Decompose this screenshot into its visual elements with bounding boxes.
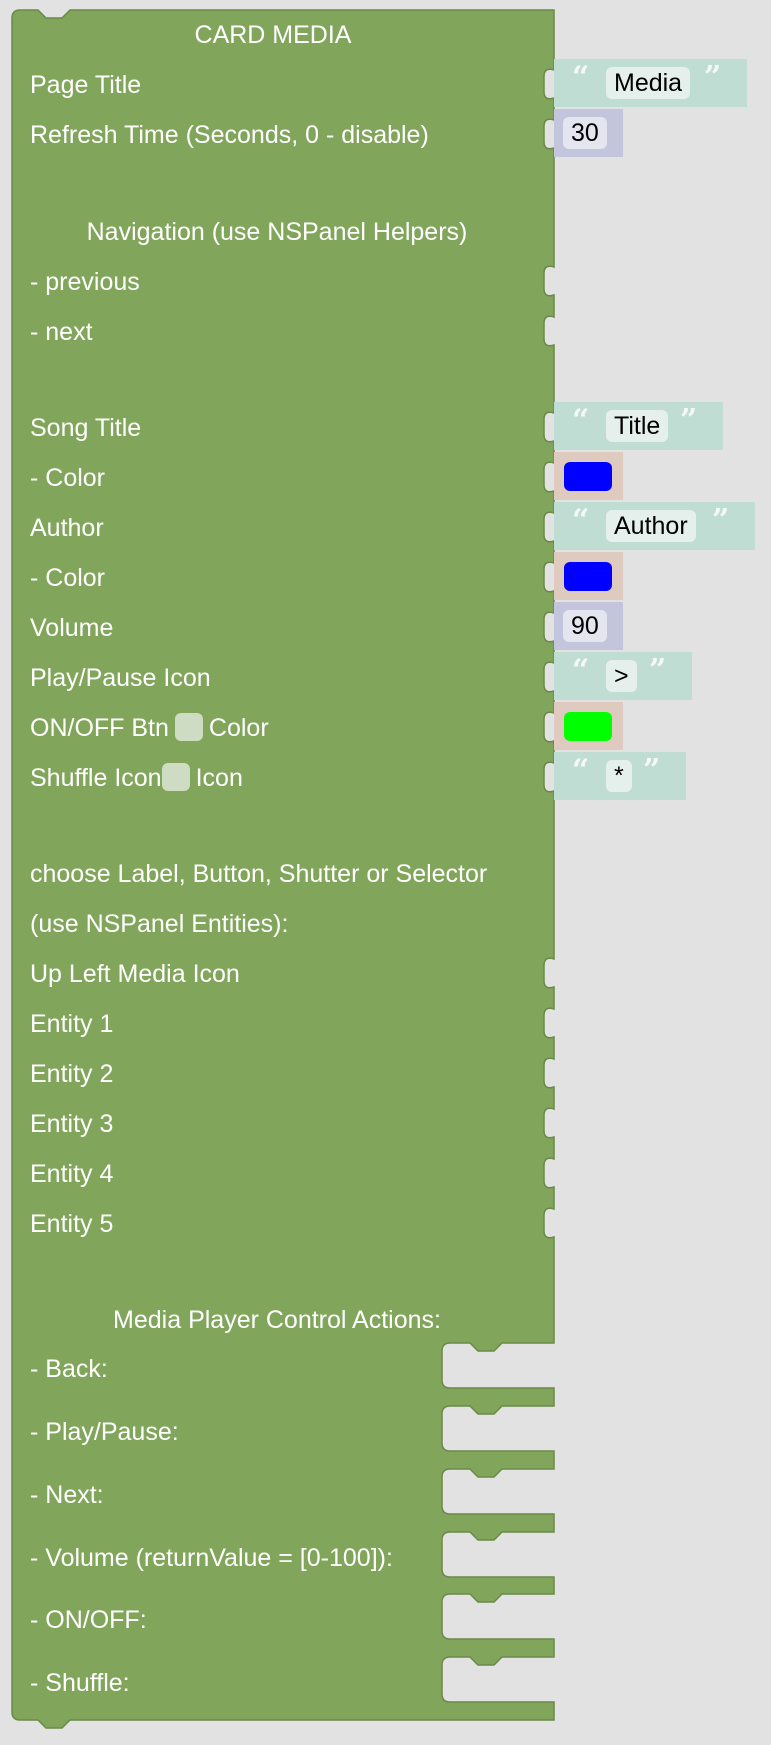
entities-header-line-1: choose Label, Button, Shutter or Selecto… xyxy=(30,860,488,888)
volume-number-block[interactable]: 90 xyxy=(554,602,623,650)
volume-input[interactable]: 90 xyxy=(563,610,607,642)
onoff-btn-color-swatch[interactable] xyxy=(564,712,612,741)
close-quote-icon: ” xyxy=(680,403,698,438)
onoff-btn-colour-block[interactable] xyxy=(554,702,623,750)
song-title-color-label: - Color xyxy=(30,464,106,492)
shuffle-icon-input[interactable]: * xyxy=(606,760,632,792)
page-title-label: Page Title xyxy=(30,71,142,99)
shuffle-icon-label: Shuffle Icon xyxy=(30,764,162,792)
open-quote-icon: “ xyxy=(572,653,590,688)
refresh-time-input[interactable]: 30 xyxy=(563,117,607,149)
onoff-btn-color-label: Color xyxy=(208,714,269,742)
entities-header-line-2: (use NSPanel Entities): xyxy=(30,910,289,938)
song-title-colour-block[interactable] xyxy=(554,452,623,500)
shuffle-icon-text-block[interactable]: “ * ” xyxy=(554,752,686,800)
page-title-text-block[interactable]: “ Media ” xyxy=(554,59,747,107)
onoff-btn-row: ON/OFF Btn Color xyxy=(30,713,269,743)
onoff-btn-checkbox[interactable] xyxy=(174,713,203,742)
page-title-input[interactable]: Media xyxy=(606,67,691,99)
song-title-label: Song Title xyxy=(30,414,142,442)
author-text-block[interactable]: “ Author ” xyxy=(554,502,755,550)
actions-header: Media Player Control Actions: xyxy=(113,1306,441,1334)
up-left-media-icon-label: Up Left Media Icon xyxy=(30,960,240,988)
entity-3-label: Entity 3 xyxy=(30,1110,114,1138)
song-title-input[interactable]: Title xyxy=(606,410,669,442)
navigation-header: Navigation (use NSPanel Helpers) xyxy=(86,218,468,246)
song-title-text-block[interactable]: “ Title ” xyxy=(554,402,723,450)
close-quote-icon: ” xyxy=(712,503,730,538)
entity-2-label: Entity 2 xyxy=(30,1060,114,1088)
author-colour-block[interactable] xyxy=(554,552,623,600)
open-quote-icon: “ xyxy=(572,60,590,95)
close-quote-icon: ” xyxy=(704,60,722,95)
action-volume-label: - Volume (returnValue = [0-100]): xyxy=(30,1544,393,1572)
refresh-time-label: Refresh Time (Seconds, 0 - disable) xyxy=(30,121,429,149)
song-title-color-swatch[interactable] xyxy=(564,462,612,491)
action-onoff-label: - ON/OFF: xyxy=(30,1606,147,1634)
close-quote-icon: ” xyxy=(649,653,667,688)
play-pause-icon-label: Play/Pause Icon xyxy=(30,664,211,692)
action-shuffle-label: - Shuffle: xyxy=(30,1669,130,1697)
block-title: CARD MEDIA xyxy=(194,21,352,49)
open-quote-icon: “ xyxy=(572,753,590,788)
nav-previous-label: - previous xyxy=(30,268,140,296)
open-quote-icon: “ xyxy=(572,503,590,538)
author-color-swatch[interactable] xyxy=(564,562,612,591)
entity-4-label: Entity 4 xyxy=(30,1160,114,1188)
action-next-label: - Next: xyxy=(30,1481,104,1509)
shuffle-icon-row: Shuffle Icon Icon xyxy=(30,763,243,793)
open-quote-icon: “ xyxy=(572,403,590,438)
shuffle-icon-checkbox[interactable] xyxy=(161,763,190,792)
action-play-pause-label: - Play/Pause: xyxy=(30,1418,179,1446)
refresh-time-number-block[interactable]: 30 xyxy=(554,109,623,157)
author-color-label: - Color xyxy=(30,564,106,592)
nav-next-label: - next xyxy=(30,318,93,346)
entity-1-label: Entity 1 xyxy=(30,1010,114,1038)
shuffle-icon-icon-label: Icon xyxy=(195,764,243,792)
volume-label: Volume xyxy=(30,614,114,642)
play-pause-icon-input[interactable]: > xyxy=(606,660,637,692)
action-back-label: - Back: xyxy=(30,1355,108,1383)
close-quote-icon: ” xyxy=(643,753,661,788)
onoff-btn-label: ON/OFF Btn xyxy=(30,714,169,742)
play-pause-icon-text-block[interactable]: “ > ” xyxy=(554,652,692,700)
author-label: Author xyxy=(30,514,104,542)
author-input[interactable]: Author xyxy=(606,510,696,542)
entity-5-label: Entity 5 xyxy=(30,1210,114,1238)
